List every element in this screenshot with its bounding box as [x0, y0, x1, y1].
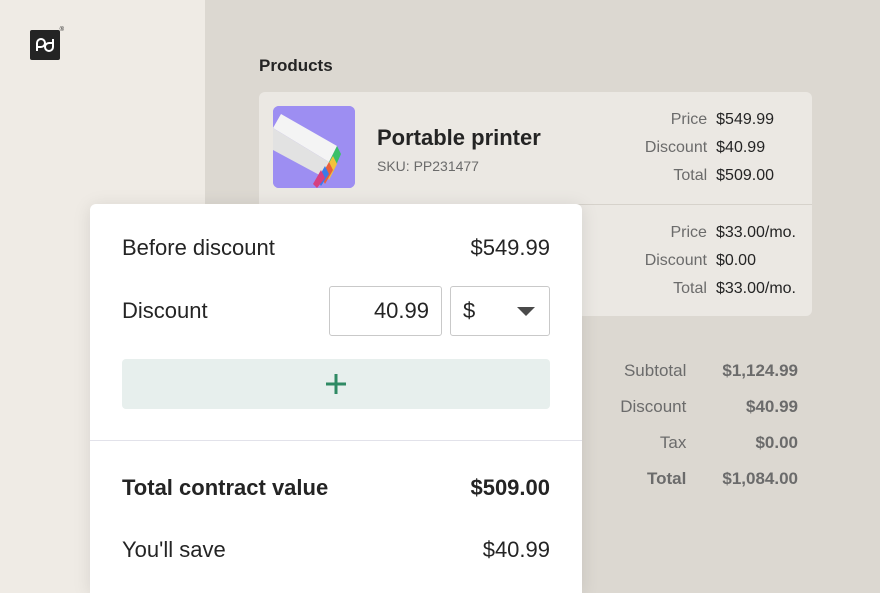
discount-label: Discount [122, 298, 208, 323]
tax-value: $0.00 [755, 433, 798, 452]
subtotal-label: Subtotal [623, 361, 687, 380]
discount-label: Discount [644, 252, 707, 269]
add-discount-button[interactable] [122, 359, 550, 409]
product-card-portable-printer[interactable]: Portable printer SKU: PP231477 Price $54… [259, 92, 812, 204]
plus-icon [326, 374, 346, 394]
savings-label: You'll save [122, 537, 226, 562]
printer-image-icon [273, 106, 355, 188]
summary-discount-label: Discount [620, 397, 687, 416]
discount-input[interactable] [329, 286, 442, 336]
savings-row: You'll save $40.99 [122, 536, 550, 564]
product-thumbnail [273, 106, 355, 188]
order-summary: Subtotal $1,124.99 Discount $40.99 Tax $… [590, 360, 798, 489]
before-discount-value: $549.99 [470, 235, 550, 260]
tax-label: Tax [659, 433, 687, 452]
product-price-breakdown: Price $549.99 Discount $40.99 Total $509… [645, 110, 774, 186]
total-contract-value: $509.00 [470, 475, 550, 500]
currency-select[interactable]: $ [450, 286, 550, 336]
discount-popup: Before discount $549.99 Discount $ Total… [90, 204, 582, 593]
subtotal-value: $1,124.99 [722, 361, 798, 380]
registered-mark: ® [59, 27, 64, 33]
discount-value: $40.99 [716, 139, 766, 156]
summary-discount-value: $40.99 [746, 397, 798, 416]
summary-total-value: $1,084.00 [722, 469, 798, 488]
total-value: $509.00 [716, 167, 774, 184]
product-price-breakdown: Price $33.00/mo. Discount $0.00 Total $3… [645, 223, 796, 299]
price-value: $549.99 [716, 111, 774, 128]
before-discount-row: Before discount $549.99 [122, 234, 550, 262]
savings-value: $40.99 [482, 537, 550, 562]
currency-value: $ [463, 298, 476, 323]
discount-row: Discount $ [122, 286, 550, 336]
chevron-down-icon [517, 306, 535, 316]
price-label: Price [670, 224, 707, 241]
product-name: Portable printer [377, 125, 541, 150]
total-label: Total [673, 167, 708, 184]
total-value: $33.00/mo. [715, 280, 796, 297]
product-sku: SKU: PP231477 [377, 158, 479, 174]
discount-label: Discount [644, 139, 708, 156]
discount-value: $0.00 [715, 252, 756, 269]
price-value: $33.00/mo. [715, 224, 796, 241]
pandadoc-logo-icon[interactable]: ® [30, 27, 64, 60]
before-discount-label: Before discount [122, 235, 275, 260]
price-label: Price [670, 111, 708, 128]
summary-total-label: Total [647, 469, 687, 488]
total-label: Total [673, 280, 707, 297]
popup-divider [90, 440, 582, 441]
total-contract-row: Total contract value $509.00 [122, 474, 550, 502]
products-heading: Products [259, 56, 333, 75]
discount-controls: $ [329, 286, 550, 336]
total-contract-label: Total contract value [122, 475, 329, 500]
